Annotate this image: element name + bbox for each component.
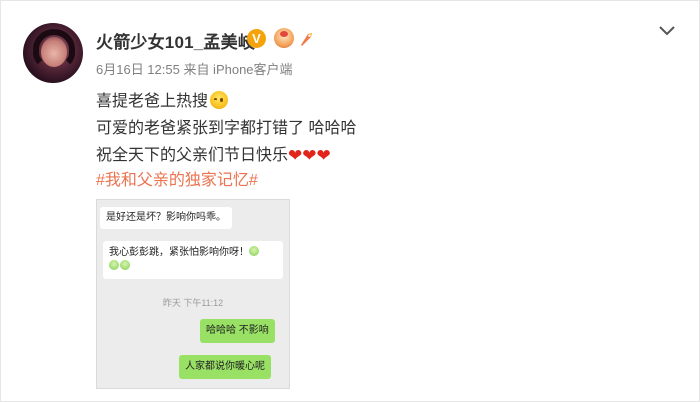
chat-timestamp: 昨天 下午11:12: [162, 298, 224, 308]
hashtag-link[interactable]: #我和父亲的独家记忆#: [96, 166, 258, 190]
heart-icon: ❤: [288, 146, 303, 165]
post-text-line-2: 可爱的老爸紧张到字都打错了 哈哈哈: [96, 114, 356, 138]
chat-bubble-received: 我心彭彭跳，紧张怕影响你呀！: [103, 241, 283, 279]
chat-bubble-sent: 哈哈哈 不影响: [200, 319, 275, 343]
heart-icon: ❤: [316, 146, 331, 165]
avatar-face: [41, 37, 67, 67]
post-text: 喜提老爸上热搜: [96, 93, 209, 110]
post-text: 祝全天下的父亲们节日快乐: [96, 147, 289, 164]
post-meta: 6月16日 12:55 来自 iPhone客户端: [96, 62, 293, 77]
frog-emoji-icon: [249, 246, 259, 256]
member-badge-icon: [274, 28, 294, 48]
chat-bubble-text: 我心彭彭跳，紧张怕影响你呀！: [109, 247, 249, 258]
post-text-line-3: 祝全天下的父亲们节日快乐❤❤❤: [96, 141, 331, 166]
rocket-badge-icon: [301, 33, 312, 46]
weibo-post-card: 火箭少女101_孟美岐 V 6月16日 12:55 来自 iPhone客户端 喜…: [0, 0, 700, 402]
chat-bubble-sent: 人家都说你暖心呢: [179, 355, 271, 379]
frog-emoji-icon: [109, 260, 119, 270]
chat-screenshot-image[interactable]: 是好还是坏？影响你吗乖。 我心彭彭跳，紧张怕影响你呀！ 昨天 下午11:12 哈…: [96, 199, 290, 389]
post-text: 可爱的老爸紧张到字都打错了 哈哈哈: [96, 120, 357, 137]
frog-emoji-icon: [120, 260, 130, 270]
post-text-line-1: 喜提老爸上热搜: [96, 87, 229, 111]
username[interactable]: 火箭少女101_孟美岐: [96, 28, 255, 53]
chevron-down-icon[interactable]: [657, 23, 677, 39]
verified-badge-icon: V: [247, 29, 266, 48]
user-avatar[interactable]: [23, 23, 83, 83]
chat-bubble-received: 是好还是坏？影响你吗乖。: [100, 207, 232, 229]
embarrassed-face-icon: [210, 91, 229, 109]
heart-icon: ❤: [302, 146, 317, 165]
